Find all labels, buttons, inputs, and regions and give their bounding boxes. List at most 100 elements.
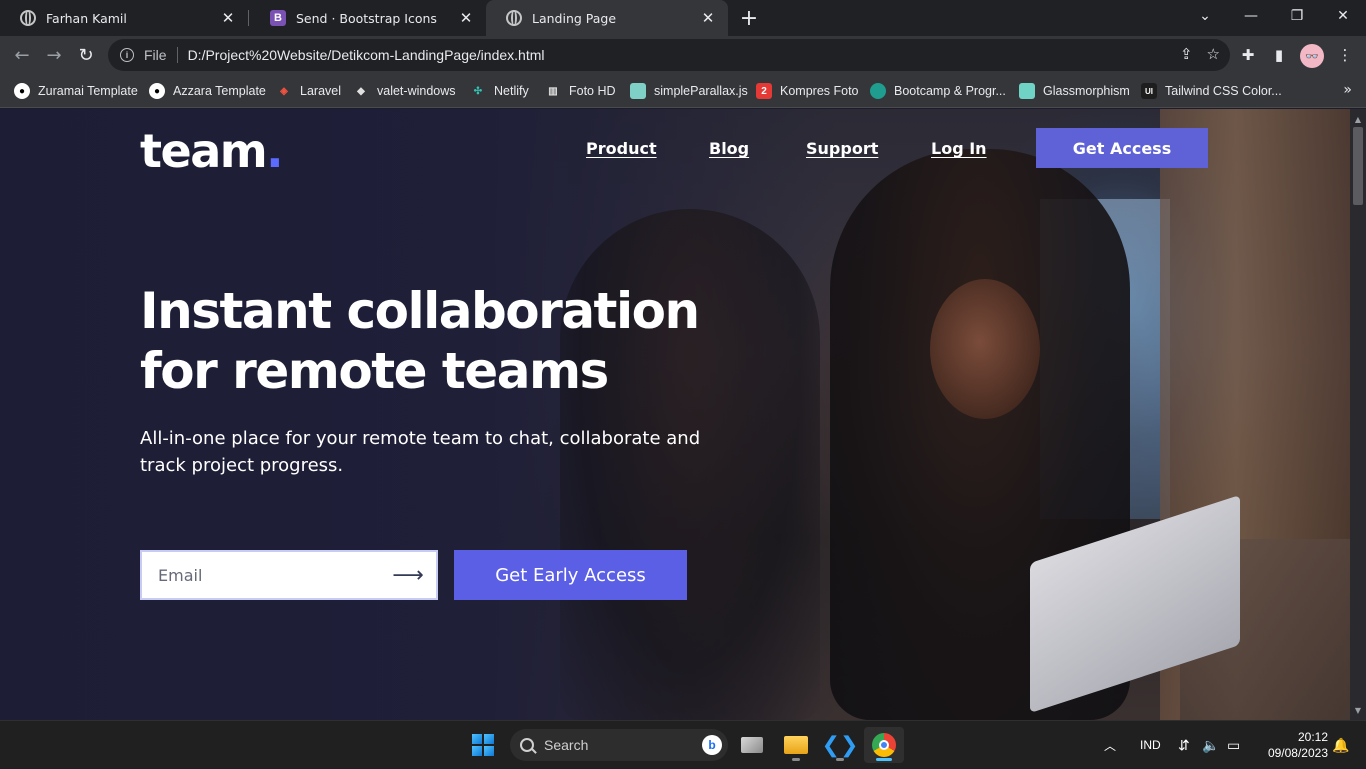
bookmark-label: Bootcamp & Progr...	[894, 84, 1006, 98]
github-icon: ●	[14, 83, 30, 99]
scheme-label: File	[144, 47, 167, 63]
side-panel-icon[interactable]: ▮	[1268, 44, 1290, 66]
chrome-button[interactable]	[864, 727, 904, 763]
close-icon[interactable]: ✕	[458, 9, 474, 27]
minimize-button[interactable]: —	[1228, 0, 1274, 32]
bookmark-label: Azzara Template	[173, 84, 266, 98]
search-placeholder: Search	[544, 737, 589, 753]
battery-icon[interactable]: ▭	[1227, 721, 1240, 769]
bookmark-tailwind-colors[interactable]: UI Tailwind CSS Color...	[1141, 82, 1282, 100]
info-icon[interactable]: i	[120, 48, 134, 62]
get-access-button[interactable]: Get Access	[1036, 128, 1208, 168]
tab-landing-page[interactable]: Landing Page ✕	[486, 0, 728, 36]
bookmark-bootcamp[interactable]: Bootcamp & Progr...	[870, 82, 1006, 100]
hero-title: Instant collaboration for remote teams	[140, 282, 700, 400]
notification-icon[interactable]: 🔔	[1332, 721, 1349, 769]
close-icon[interactable]: ✕	[220, 9, 236, 27]
email-field[interactable]: ⟶	[140, 550, 438, 600]
profile-avatar[interactable]: 👓	[1300, 44, 1324, 68]
bookmark-label: Zuramai Template	[38, 84, 138, 98]
new-tab-button[interactable]: +	[736, 5, 762, 31]
nav-blog[interactable]: Blog	[709, 139, 749, 158]
bookmark-star-icon[interactable]: ☆	[1207, 45, 1220, 63]
scroll-thumb[interactable]	[1353, 127, 1363, 205]
hero-subtitle: All-in-one place for your remote team to…	[140, 428, 701, 476]
netlify-icon: ✣	[473, 85, 483, 97]
active-indicator	[876, 758, 892, 761]
bookmark-simpleparallax[interactable]: simpleParallax.js	[630, 82, 748, 100]
windows-icon	[472, 734, 494, 756]
chevron-up-icon: ︿	[1104, 738, 1117, 753]
tab-divider	[248, 10, 249, 26]
glass-icon	[1019, 83, 1035, 99]
bookmark-glassmorphism[interactable]: Glassmorphism	[1019, 82, 1130, 100]
reload-button[interactable]: ↻	[72, 41, 100, 69]
close-icon[interactable]: ✕	[700, 9, 716, 27]
bookmark-label: Foto HD	[569, 84, 616, 98]
bookmark-label: Netlify	[494, 84, 529, 98]
folder-icon	[784, 736, 808, 754]
bookmark-zuramai-template[interactable]: ● Zuramai Template	[14, 82, 138, 100]
bookmark-label: Glassmorphism	[1043, 84, 1130, 98]
bing-icon[interactable]: b	[702, 735, 722, 755]
bootstrap-icon: B	[270, 10, 286, 26]
tab-search-icon[interactable]: ⌄	[1182, 0, 1228, 32]
email-input[interactable]	[158, 565, 396, 585]
chevron-right-icon[interactable]: »	[1343, 82, 1352, 98]
tab-farhan-kamil[interactable]: Farhan Kamil ✕	[0, 0, 248, 36]
running-indicator	[836, 758, 844, 761]
bookmark-valet-windows[interactable]: ◆ valet-windows	[353, 82, 456, 100]
parallax-icon	[630, 83, 646, 99]
tab-title: Send · Bootstrap Icons	[296, 10, 437, 26]
get-early-access-button[interactable]: Get Early Access	[454, 550, 687, 600]
omnibox-divider	[176, 47, 178, 63]
network-icon[interactable]: ⇵	[1178, 721, 1190, 769]
file-explorer-button[interactable]	[776, 727, 816, 763]
back-button[interactable]: ←	[8, 41, 36, 69]
bookmark-label: Kompres Foto	[780, 84, 859, 98]
maximize-button[interactable]: ❐	[1274, 0, 1320, 32]
bookmark-azzara-template[interactable]: ● Azzara Template	[149, 82, 266, 100]
start-button[interactable]	[463, 727, 503, 763]
close-window-button[interactable]: ✕	[1320, 0, 1366, 32]
nav-product[interactable]: Product	[586, 139, 657, 158]
task-view-icon	[741, 737, 763, 753]
bookmark-label: Tailwind CSS Color...	[1165, 84, 1282, 98]
clock[interactable]: 20:12 09/08/2023	[1256, 729, 1328, 761]
bookmarks-bar: ● Zuramai Template ● Azzara Template ◈ L…	[0, 74, 1366, 108]
language-indicator[interactable]: IND	[1140, 721, 1161, 769]
url-text[interactable]: D:/Project%20Website/Detikcom-LandingPag…	[188, 47, 545, 63]
tab-bootstrap-icons[interactable]: B Send · Bootstrap Icons ✕	[250, 0, 486, 36]
bookmark-laravel[interactable]: ◈ Laravel	[276, 82, 341, 100]
taskbar-search[interactable]: Search b	[510, 729, 728, 761]
bookmark-foto-hd[interactable]: ▥ Foto HD	[545, 82, 616, 100]
scroll-up-icon[interactable]: ▲	[1350, 111, 1366, 127]
laravel-icon: ◈	[280, 85, 288, 97]
bookmark-kompres-foto[interactable]: 2 Kompres Foto	[756, 82, 859, 100]
extensions-icon[interactable]: ✚	[1237, 44, 1259, 66]
valet-icon: ◆	[357, 85, 365, 97]
task-view-button[interactable]	[732, 727, 772, 763]
forward-button[interactable]: →	[40, 41, 68, 69]
menu-icon[interactable]: ⋮	[1334, 44, 1356, 66]
search-icon	[520, 738, 534, 752]
clock-date: 09/08/2023	[1267, 746, 1328, 760]
address-bar[interactable]: i File D:/Project%20Website/Detikcom-Lan…	[108, 39, 1230, 71]
bookmark-label: valet-windows	[377, 84, 456, 98]
nav-log-in[interactable]: Log In	[931, 139, 987, 158]
clock-time: 20:12	[1297, 730, 1328, 744]
chrome-icon	[872, 733, 896, 757]
ui-icon: UI	[1141, 83, 1157, 99]
bookmark-netlify[interactable]: ✣ Netlify	[470, 82, 529, 100]
bootcamp-icon	[870, 83, 886, 99]
scroll-down-icon[interactable]: ▼	[1350, 702, 1366, 718]
running-indicator	[792, 758, 800, 761]
show-hidden-icons[interactable]: ︿	[1104, 721, 1116, 769]
share-icon[interactable]: ⇪	[1180, 45, 1193, 63]
volume-icon[interactable]: 🔈	[1202, 721, 1219, 769]
arrow-right-icon[interactable]: ⟶	[392, 563, 424, 588]
vscode-button[interactable]: ❮❯	[820, 727, 860, 763]
brand-logo[interactable]: team.	[140, 125, 284, 177]
page-scrollbar[interactable]: ▲ ▼	[1350, 109, 1366, 720]
nav-support[interactable]: Support	[806, 139, 878, 158]
